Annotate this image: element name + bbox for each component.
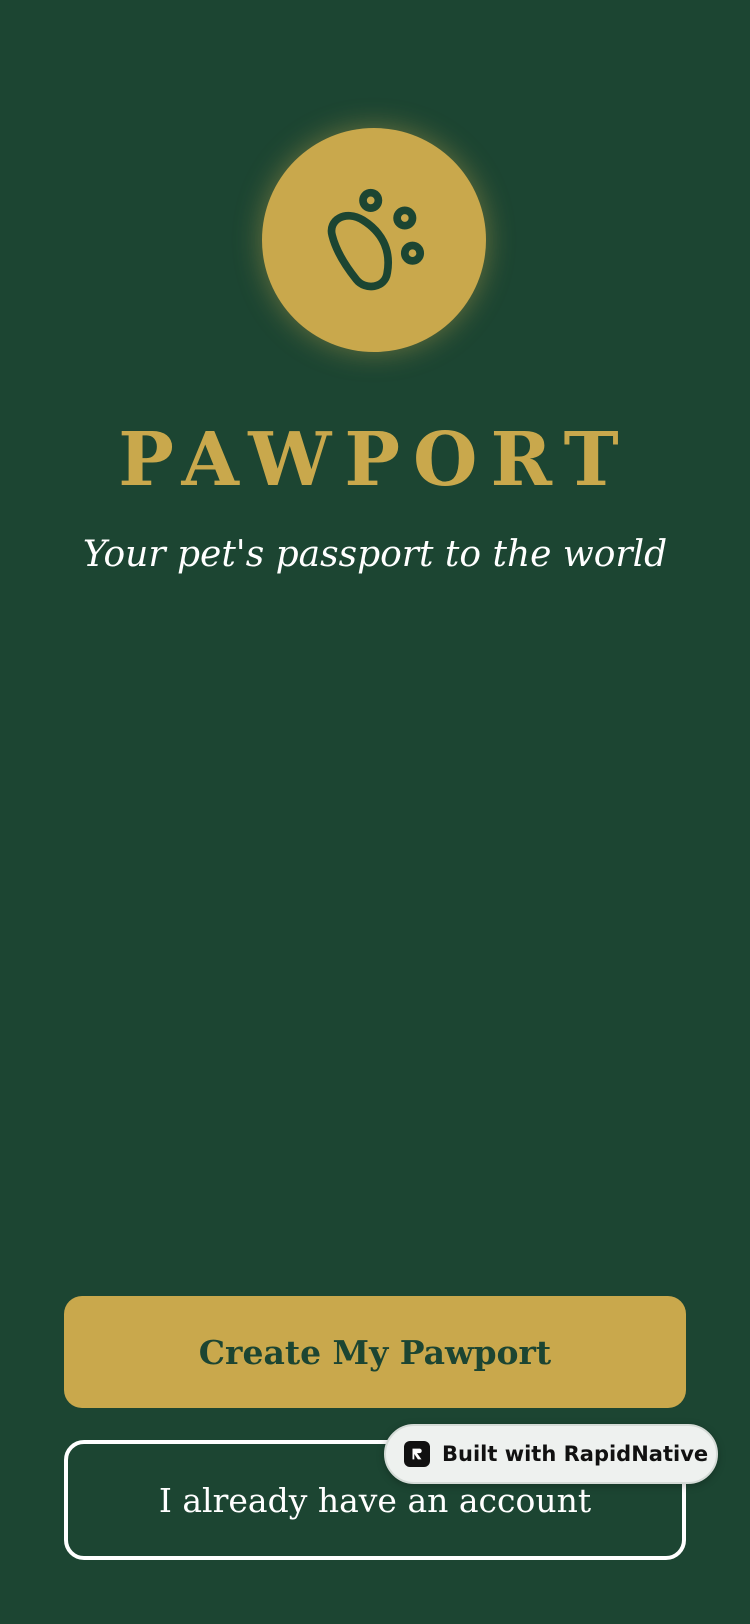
built-with-badge[interactable]: Built with RapidNative: [384, 1424, 718, 1484]
paw-icon: [327, 188, 425, 291]
create-pawport-button[interactable]: Create My Pawport: [64, 1296, 686, 1408]
app-tagline: Your pet's passport to the world: [82, 534, 668, 575]
rapidnative-logo-icon: [404, 1441, 430, 1467]
app-logo: [262, 128, 486, 352]
badge-label: Built with RapidNative: [442, 1442, 709, 1466]
app-title: PAWPORT: [118, 417, 632, 503]
